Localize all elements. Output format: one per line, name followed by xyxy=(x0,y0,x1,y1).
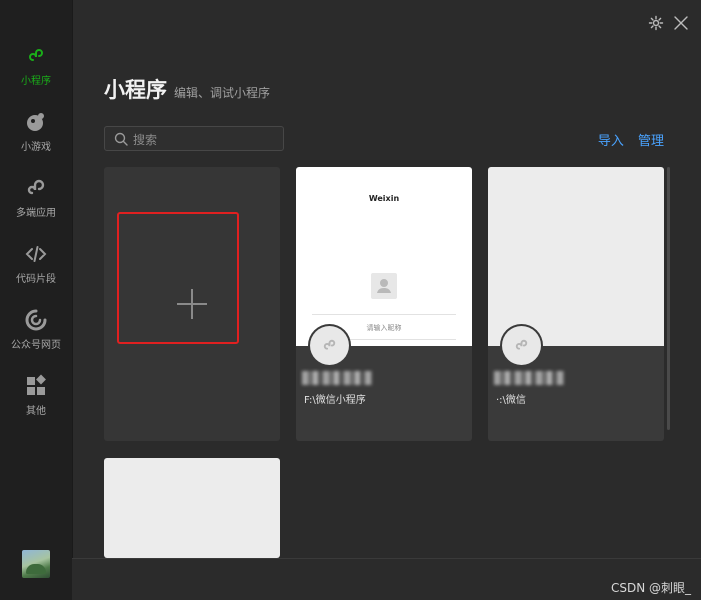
close-icon[interactable] xyxy=(673,15,689,31)
sidebar-item-multiplatform[interactable]: 多端应用 xyxy=(0,176,72,236)
header-actions: 导入 管理 xyxy=(588,130,664,149)
search-icon xyxy=(114,132,128,146)
miniprogram-badge xyxy=(502,326,541,365)
sidebar-item-label: 多端应用 xyxy=(16,208,56,219)
preview-title: Weixin xyxy=(368,194,400,203)
project-card[interactable] xyxy=(104,458,280,558)
project-card[interactable]: Weixin 请输入昵称 F:\微信小程序 xyxy=(296,167,472,441)
project-preview: Weixin 请输入昵称 xyxy=(296,167,472,346)
project-card[interactable]: ·:\微信 xyxy=(488,167,664,441)
page-subtitle: 编辑、调试小程序 xyxy=(174,86,271,100)
sidebar-item-minigame[interactable]: 小游戏 xyxy=(0,110,72,170)
sidebar-item-label: 公众号网页 xyxy=(11,340,61,351)
page-title: 小程序 xyxy=(104,78,167,102)
project-path: ·:\微信 xyxy=(496,395,526,406)
plus-icon xyxy=(177,289,207,319)
official-account-icon xyxy=(25,309,47,331)
sidebar: 小程序 小游戏 多端应用 代码片段 公众号网页 其他 xyxy=(0,0,72,600)
sidebar-item-code[interactable]: 代码片段 xyxy=(0,242,72,302)
grid-icon xyxy=(27,374,46,395)
project-preview xyxy=(488,167,664,346)
miniprogram-icon xyxy=(515,339,528,350)
highlight-box xyxy=(117,212,239,344)
sidebar-item-label: 小程序 xyxy=(21,76,51,87)
project-path: F:\微信小程序 xyxy=(304,395,366,406)
search-input[interactable]: 搜索 xyxy=(104,126,284,151)
sidebar-item-label: 小游戏 xyxy=(21,142,51,153)
blurred-project-name xyxy=(302,371,372,385)
miniprogram-badge xyxy=(310,326,349,365)
sidebar-item-miniprogram[interactable]: 小程序 xyxy=(0,44,72,104)
sidebar-item-label: 代码片段 xyxy=(16,274,56,285)
sidebar-divider xyxy=(72,0,73,600)
search-placeholder: 搜索 xyxy=(133,133,158,147)
sidebar-item-label: 其他 xyxy=(26,406,46,417)
sidebar-item-other[interactable]: 其他 xyxy=(0,374,72,434)
gear-icon[interactable] xyxy=(648,15,664,31)
watermark: CSDN @刺眼_ xyxy=(610,581,691,595)
miniprogram-icon xyxy=(29,49,43,61)
create-project-card[interactable] xyxy=(104,167,280,441)
import-button[interactable]: 导入 xyxy=(598,134,624,149)
scrollbar[interactable] xyxy=(667,167,670,430)
user-placeholder-icon xyxy=(371,273,397,299)
code-icon xyxy=(25,246,47,262)
user-avatar[interactable] xyxy=(22,550,50,578)
minigame-icon xyxy=(27,113,44,131)
window-controls xyxy=(644,12,689,30)
preview-divider xyxy=(312,314,456,315)
blurred-project-name xyxy=(494,371,564,385)
sidebar-item-official-account[interactable]: 公众号网页 xyxy=(0,308,72,368)
miniprogram-icon xyxy=(323,339,336,350)
manage-button[interactable]: 管理 xyxy=(638,134,664,149)
multiplatform-icon xyxy=(27,179,45,195)
footer xyxy=(72,559,701,600)
